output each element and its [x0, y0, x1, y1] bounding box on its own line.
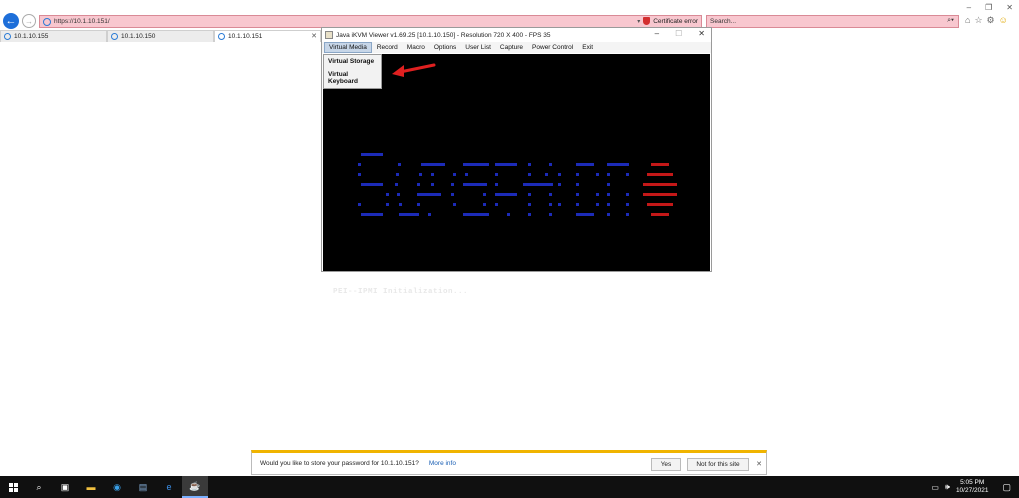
- taskbar: ⌕ ▣ ▬ ◉ ▤ e ☕ ▭ 🕪 5:05 PM 10/27/2021 ▢: [0, 476, 1019, 498]
- kvm-minimize-icon[interactable]: –: [655, 29, 659, 38]
- minimize-icon[interactable]: –: [967, 3, 971, 12]
- menu-user-list[interactable]: User List: [461, 43, 495, 52]
- desktop: – ❐ ✕ ← → https://10.1.10.151/ ▾ Certifi…: [0, 0, 1019, 498]
- notification-close-icon[interactable]: ✕: [756, 460, 762, 468]
- java-app-icon: [325, 31, 333, 39]
- volume-icon[interactable]: 🕪: [945, 482, 950, 492]
- menu-item-virtual-keyboard[interactable]: Virtual Keyboard: [324, 68, 381, 88]
- clock[interactable]: 5:05 PM 10/27/2021: [956, 479, 989, 495]
- network-icon[interactable]: ▭: [931, 483, 939, 492]
- browser-tab-strip: 10.1.10.155 10.1.10.150 10.1.10.151 ✕: [0, 30, 321, 42]
- server-manager-icon[interactable]: ▤: [130, 476, 156, 498]
- kvm-close-icon[interactable]: ✕: [698, 29, 705, 38]
- kvm-window-controls: – ☐ ✕: [655, 29, 705, 38]
- password-save-notification: Would you like to store your password fo…: [251, 450, 767, 475]
- edge-browser-icon[interactable]: ◉: [104, 476, 130, 498]
- menu-macro[interactable]: Macro: [403, 43, 429, 52]
- dropdown-arrow-icon[interactable]: ▾: [637, 18, 640, 25]
- tab-label: 10.1.10.151: [228, 33, 263, 40]
- annotation-arrow-icon: [392, 63, 436, 77]
- back-button[interactable]: ←: [3, 13, 19, 29]
- search-box[interactable]: Search... ⌕▾: [706, 15, 959, 28]
- kvm-viewer-window: Java iKVM Viewer v1.69.25 [10.1.10.150] …: [321, 27, 712, 296]
- more-info-link[interactable]: More info: [429, 460, 456, 467]
- task-view-icon[interactable]: ▣: [52, 476, 78, 498]
- browser-window-controls: – ❐ ✕: [967, 3, 1013, 12]
- page-icon: [43, 17, 51, 26]
- menu-virtual-media[interactable]: Virtual Media: [324, 42, 372, 53]
- tab-label: 10.1.10.150: [121, 33, 156, 40]
- close-icon[interactable]: ✕: [1006, 3, 1013, 12]
- settings-gear-icon[interactable]: ⚙: [987, 15, 995, 26]
- back-arrow-icon: ←: [5, 15, 17, 27]
- menu-power-control[interactable]: Power Control: [528, 43, 577, 52]
- taskbar-search-icon[interactable]: ⌕: [26, 476, 52, 498]
- search-input[interactable]: Search...: [710, 18, 736, 25]
- tab-10-1-10-155[interactable]: 10.1.10.155: [0, 30, 107, 42]
- virtual-media-dropdown: Virtual Storage Virtual Keyboard: [323, 54, 382, 89]
- restore-icon[interactable]: ❐: [985, 3, 992, 12]
- java-kvm-taskbar-icon[interactable]: ☕: [182, 476, 208, 498]
- clock-time: 5:05 PM: [960, 479, 985, 486]
- system-tray: ▭ 🕪 5:05 PM 10/27/2021 ▢: [931, 476, 1019, 498]
- smiley-feedback-icon[interactable]: ☺: [999, 15, 1008, 26]
- notifications-icon[interactable]: ▢: [1002, 482, 1011, 493]
- certificate-error-indicator[interactable]: ▾ Certificate error: [637, 17, 698, 25]
- console-status-text: PEI--IPMI Initialization...: [333, 288, 469, 296]
- kvm-title-bar[interactable]: Java iKVM Viewer v1.69.25 [10.1.10.150] …: [322, 28, 711, 42]
- tab-label: 10.1.10.155: [14, 33, 49, 40]
- bios-logo: [358, 153, 677, 216]
- kvm-title: Java iKVM Viewer v1.69.25 [10.1.10.150] …: [336, 31, 551, 39]
- menu-exit[interactable]: Exit: [578, 43, 597, 52]
- menu-options[interactable]: Options: [430, 43, 460, 52]
- home-icon[interactable]: ⌂: [965, 15, 970, 26]
- internet-explorer-icon[interactable]: e: [156, 476, 182, 498]
- browser-toolbar-icons: ⌂ ☆ ⚙ ☺: [965, 15, 1008, 26]
- search-icon[interactable]: ⌕▾: [947, 17, 954, 25]
- favorites-star-icon[interactable]: ☆: [974, 15, 982, 26]
- kvm-maximize-icon[interactable]: ☐: [675, 29, 682, 38]
- notification-message: Would you like to store your password fo…: [260, 460, 419, 467]
- clock-date: 10/27/2021: [955, 487, 989, 494]
- tab-page-icon: [4, 33, 11, 40]
- menu-capture[interactable]: Capture: [496, 43, 527, 52]
- shield-icon: [643, 17, 651, 25]
- kvm-menu-bar: Virtual Media Record Macro Options User …: [322, 42, 711, 53]
- tab-page-icon: [218, 33, 225, 40]
- tab-page-icon: [111, 33, 118, 40]
- forward-arrow-icon: →: [25, 16, 33, 26]
- not-for-this-site-button[interactable]: Not for this site: [687, 458, 749, 471]
- address-url[interactable]: https://10.1.10.151/: [54, 18, 110, 25]
- tab-10-1-10-151[interactable]: 10.1.10.151 ✕: [214, 30, 321, 42]
- certificate-error-label: Certificate error: [653, 17, 698, 25]
- menu-record[interactable]: Record: [373, 43, 402, 52]
- menu-item-virtual-storage[interactable]: Virtual Storage: [324, 55, 381, 68]
- forward-button[interactable]: →: [22, 14, 36, 28]
- file-explorer-icon[interactable]: ▬: [78, 476, 104, 498]
- tab-10-1-10-150[interactable]: 10.1.10.150: [107, 30, 214, 42]
- start-button[interactable]: [0, 476, 26, 498]
- windows-logo-icon: [8, 482, 18, 492]
- yes-button[interactable]: Yes: [651, 458, 681, 471]
- tab-close-icon[interactable]: ✕: [311, 32, 317, 40]
